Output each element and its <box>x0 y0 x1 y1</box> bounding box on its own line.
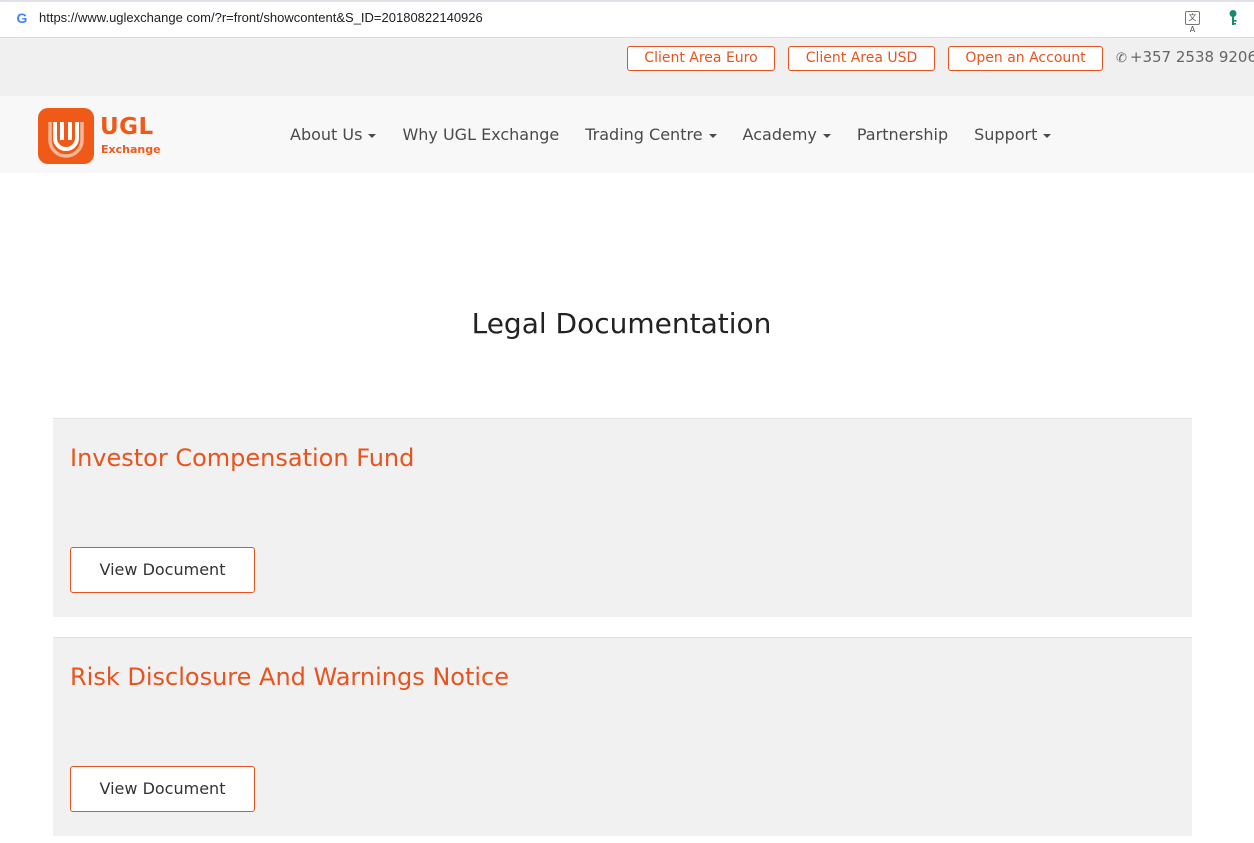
google-g-icon: G <box>16 10 28 26</box>
ugl-logo-mark <box>38 108 94 164</box>
document-title: Investor Compensation Fund <box>70 444 415 472</box>
phone-number[interactable]: ✆ +357 2538 9206 <box>1116 47 1254 69</box>
nav-item-support[interactable]: Support <box>974 124 1052 146</box>
key-icon[interactable] <box>1226 9 1240 27</box>
browser-address-bar: G https://www.uglexchange com/?r=front/s… <box>0 0 1254 38</box>
caret-down-icon <box>822 134 831 138</box>
nav-item-label: About Us <box>290 125 363 144</box>
top-utility-bar: Client Area Euro Client Area USD Open an… <box>0 38 1254 96</box>
caret-down-icon <box>368 134 377 138</box>
nav-item-about-us[interactable]: About Us <box>290 124 377 146</box>
phone-icon: ✆ <box>1116 51 1127 66</box>
logo-text: UGL <box>100 114 154 140</box>
nav-item-trading-centre[interactable]: Trading Centre <box>585 124 717 146</box>
nav-item-label: Academy <box>742 125 817 144</box>
phone-text: +357 2538 9206 <box>1129 48 1254 66</box>
main-navbar: UGL Exchange About Us Why UGL Exchange T… <box>0 96 1254 173</box>
nav-item-academy[interactable]: Academy <box>743 124 831 146</box>
tab-strip-edge <box>0 0 1254 2</box>
client-area-usd-button[interactable]: Client Area USD <box>788 46 935 71</box>
client-area-euro-button[interactable]: Client Area Euro <box>627 46 775 71</box>
page-title: Legal Documentation <box>471 307 772 340</box>
view-document-button[interactable]: View Document <box>70 766 255 812</box>
document-card: Risk Disclosure And Warnings Notice View… <box>53 637 1192 836</box>
nav-item-label: Partnership <box>856 125 949 144</box>
nav-menu: About Us Why UGL Exchange Trading Centre… <box>290 124 1052 146</box>
nav-item-label: Trading Centre <box>585 125 703 144</box>
caret-down-icon <box>1043 134 1052 138</box>
nav-item-why-ugl-exchange[interactable]: Why UGL Exchange <box>402 124 559 146</box>
nav-item-partnership[interactable]: Partnership <box>857 124 948 146</box>
ugl-logo[interactable]: UGL Exchange <box>38 108 161 164</box>
translate-icon[interactable]: 文A <box>1185 11 1200 34</box>
caret-down-icon <box>708 134 717 138</box>
open-account-button[interactable]: Open an Account <box>948 46 1103 71</box>
logo-subtext: Exchange <box>101 143 161 156</box>
url-field[interactable]: https://www.uglexchange com/?r=front/sho… <box>39 10 483 26</box>
nav-item-label: Support <box>974 125 1038 144</box>
document-card: Investor Compensation Fund View Document <box>53 418 1192 617</box>
document-title: Risk Disclosure And Warnings Notice <box>70 663 509 691</box>
nav-item-label: Why UGL Exchange <box>402 125 560 144</box>
view-document-button[interactable]: View Document <box>70 547 255 593</box>
